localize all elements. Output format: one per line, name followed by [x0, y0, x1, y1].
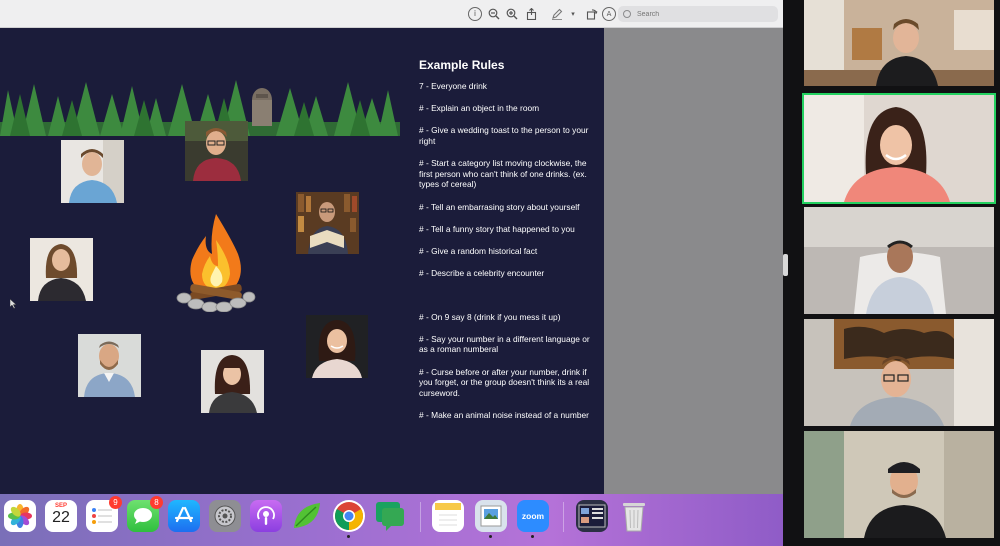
search-icon [623, 10, 631, 18]
rule-item: # - Explain an object in the room [419, 103, 540, 114]
running-indicator [489, 535, 492, 538]
calendar-app-icon[interactable]: SEP 22 [45, 500, 77, 532]
dock-separator [420, 502, 421, 532]
photo-man-blue-shirt [61, 140, 124, 203]
running-indicator [531, 535, 534, 538]
system-preferences-icon[interactable] [209, 500, 241, 532]
trash-icon[interactable] [618, 500, 650, 532]
rule-item: # - Give a wedding toast to the person t… [419, 125, 589, 146]
rule-item: # - Make an animal noise instead of a nu… [419, 410, 589, 421]
dock-separator [563, 502, 564, 532]
rule-item: # - On 9 say 8 (drink if you mess it up) [419, 311, 561, 322]
messages-badge: 8 [150, 496, 163, 509]
preview-app-icon[interactable] [475, 500, 507, 538]
participant-video-tile[interactable] [804, 431, 994, 538]
rotate-icon[interactable] [585, 7, 599, 21]
leaf-app-icon[interactable] [290, 500, 322, 532]
rule-item: # - Tell a funny story that happened to … [419, 223, 575, 234]
participant-video-tile-active-speaker[interactable] [802, 93, 996, 204]
participant-video-tile[interactable] [804, 207, 994, 314]
panel-resize-handle[interactable] [783, 254, 788, 276]
desktop: i ▾ A Search Example Rules 7 - Everyone … [0, 0, 1000, 546]
photo-man-beard-checked-shirt [78, 334, 141, 397]
search-field[interactable] [618, 6, 778, 22]
dock: SEP 22 9 8 zoom [0, 494, 783, 546]
rule-item: # - Tell an embarrasing story about your… [419, 201, 580, 212]
annotate-icon[interactable]: A [602, 7, 616, 21]
rule-item: 7 - Everyone drink [419, 81, 487, 91]
rules-list: 7 - Everyone drink # - Explain an object… [419, 81, 595, 421]
photo-woman-long-hair [30, 238, 93, 301]
search-input[interactable] [637, 10, 757, 18]
photos-app-icon[interactable] [4, 500, 36, 532]
rule-item: # - Start a category list moving clockwi… [419, 158, 587, 190]
google-chat-app-icon[interactable] [374, 500, 406, 532]
preview-toolbar: i ▾ A [0, 0, 783, 28]
running-indicator [347, 535, 350, 538]
zoom-app-icon[interactable]: zoom [517, 500, 549, 538]
rule-item: # - Curse before or after your number, d… [419, 366, 590, 398]
zoom-out-icon[interactable] [487, 7, 501, 21]
participant-video-tile[interactable] [804, 319, 994, 426]
chrome-app-icon[interactable] [333, 500, 365, 538]
app-store-icon[interactable] [168, 500, 200, 532]
screen-thumbnail-icon[interactable] [576, 500, 608, 532]
markup-icon[interactable] [550, 7, 564, 21]
rules-title: Example Rules [419, 58, 505, 72]
chevron-down-icon[interactable]: ▾ [566, 7, 580, 21]
zoom-label: zoom [521, 511, 545, 521]
participant-video-tile[interactable] [804, 0, 994, 86]
messages-app-icon[interactable]: 8 [127, 496, 163, 532]
rule-item: # - Give a random historical fact [419, 245, 538, 256]
photo-man-glasses-red-shirt [185, 121, 248, 181]
podcasts-app-icon[interactable] [250, 500, 282, 532]
rule-item: # - Describe a celebrity encounter [419, 268, 545, 279]
info-icon[interactable]: i [468, 7, 482, 21]
preview-window: i ▾ A Search Example Rules 7 - Everyone … [0, 0, 783, 494]
zoom-in-icon[interactable] [505, 7, 519, 21]
reminders-app-icon[interactable]: 9 [86, 496, 122, 532]
rules-panel: Example Rules 7 - Everyone drink # - Exp… [419, 58, 595, 432]
photo-woman-bangs [201, 350, 264, 413]
notes-app-icon[interactable] [432, 500, 464, 532]
reminders-badge: 9 [109, 496, 122, 509]
calendar-day: 22 [52, 509, 70, 526]
rule-item: # - Say your number in a different langu… [419, 333, 590, 355]
slide: Example Rules 7 - Everyone drink # - Exp… [0, 28, 604, 494]
mouse-cursor-icon [10, 299, 17, 309]
photo-woman-smiling [306, 315, 368, 378]
photo-man-reading-book [296, 192, 359, 254]
share-icon[interactable] [524, 7, 538, 21]
campfire-image [176, 214, 256, 312]
